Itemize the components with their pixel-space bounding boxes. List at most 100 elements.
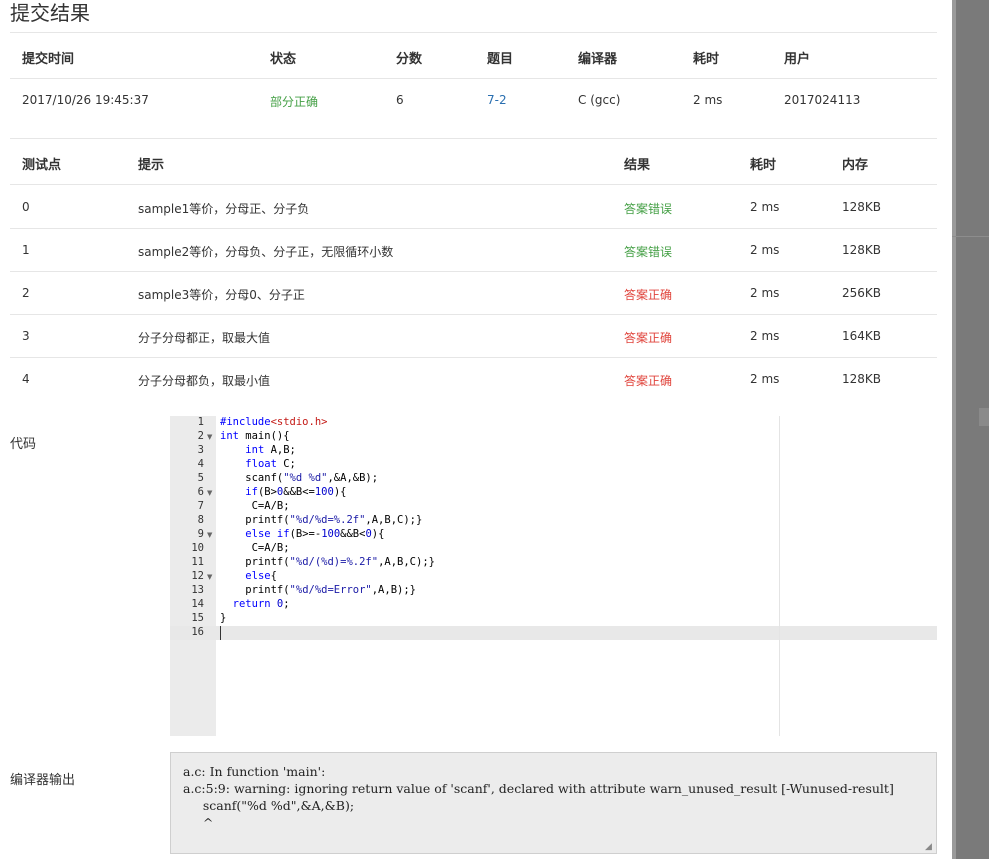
code-editor[interactable]: 1 #include<stdio.h> 2 ▼ int main(){3 int A,B…: [170, 416, 937, 736]
line-number: 13: [191, 584, 204, 596]
col-submit-time: 提交时间: [22, 52, 75, 67]
scrollbar-mark: [952, 236, 989, 237]
test-time: 2 ms: [750, 200, 780, 214]
test-result: 答案错误: [624, 245, 673, 259]
status-badge: 部分正确: [270, 95, 319, 109]
line-number: 6: [197, 486, 204, 498]
submission-result-page: 提交结果 提交时间 状态 分数 题目 编译器 耗时 用户 2017/10/26 …: [0, 0, 952, 859]
divider: [10, 228, 937, 229]
test-memory: 128KB: [842, 243, 882, 257]
test-result: 答案正确: [624, 374, 673, 388]
test-time: 2 ms: [750, 329, 780, 343]
divider: [10, 184, 937, 185]
line-number: 11: [191, 556, 204, 568]
submit-time: 2017/10/26 19:45:37: [22, 93, 149, 107]
code-line: if(B>0&&B<=100){: [245, 486, 347, 498]
code-line: printf("%d/(%d)=%.2f",A,B,C);}: [220, 556, 435, 568]
code-line: return 0;: [232, 598, 290, 610]
divider: [10, 271, 937, 272]
print-margin: [779, 416, 780, 736]
test-memory: 128KB: [842, 200, 882, 214]
compiler-output-label: 编译器输出: [10, 773, 76, 788]
test-id: 4: [22, 372, 30, 386]
code-line: C=A/B;: [220, 500, 290, 512]
code-label: 代码: [10, 437, 37, 452]
test-result: 答案正确: [624, 288, 673, 302]
test-memory: 128KB: [842, 372, 882, 386]
line-number: 7: [197, 500, 204, 512]
divider: [10, 314, 937, 315]
code-line: int A,B;: [245, 444, 296, 456]
user-id: 2017024113: [784, 93, 861, 107]
line-number: 16: [191, 626, 204, 638]
line-number: 9: [197, 528, 204, 540]
code-line: C=A/B;: [220, 542, 290, 554]
divider: [10, 78, 937, 79]
col-test-point: 测试点: [22, 158, 62, 173]
test-memory: 164KB: [842, 329, 882, 343]
scrollbar-mark: [979, 408, 989, 426]
test-result: 答案正确: [624, 331, 673, 345]
scrollbar[interactable]: [952, 0, 989, 859]
divider: [10, 357, 937, 358]
code-line: float C;: [245, 458, 296, 470]
score: 6: [396, 93, 404, 107]
col-problem: 题目: [487, 52, 514, 67]
col-memory: 内存: [842, 158, 869, 173]
test-hint: sample2等价，分母负、分子正，无限循环小数: [138, 245, 394, 259]
test-time: 2 ms: [750, 372, 780, 386]
code-line: int main(){: [220, 430, 290, 442]
compiler-name: C (gcc): [578, 93, 621, 107]
scrollbar-edge: [952, 0, 956, 859]
fold-toggle-icon[interactable]: ▼: [207, 531, 212, 539]
code-line: else if(B>=-100&&B<0){: [245, 528, 385, 540]
elapsed-time: 2 ms: [693, 93, 723, 107]
col-elapsed: 耗时: [693, 52, 720, 67]
col-score: 分数: [396, 52, 423, 67]
line-number: 4: [197, 458, 204, 470]
compiler-output[interactable]: a.c: In function 'main': a.c:5:9: warnin…: [170, 752, 937, 854]
test-id: 1: [22, 243, 30, 257]
col-status: 状态: [270, 52, 297, 67]
test-hint: 分子分母都正，取最大值: [138, 331, 271, 345]
line-number: 12: [191, 570, 204, 582]
code-line: }: [220, 612, 227, 624]
resize-grip-icon[interactable]: ◢: [925, 842, 950, 857]
code-line: #include<stdio.h>: [220, 416, 328, 428]
fold-toggle-icon[interactable]: ▼: [207, 433, 212, 441]
text-cursor: [220, 626, 221, 640]
test-result: 答案错误: [624, 202, 673, 216]
line-number: 2: [197, 430, 204, 442]
divider: [10, 32, 937, 33]
code-line: printf("%d/%d=%.2f",A,B,C);}: [220, 514, 423, 526]
code-line: else{: [245, 570, 277, 582]
code-line: printf("%d/%d=Error",A,B);}: [220, 584, 416, 596]
col-result: 结果: [624, 158, 651, 173]
divider: [10, 138, 937, 139]
fold-toggle-icon[interactable]: ▼: [207, 489, 212, 497]
test-time: 2 ms: [750, 286, 780, 300]
fold-toggle-icon[interactable]: ▼: [207, 573, 212, 581]
test-hint: sample1等价，分母正、分子负: [138, 202, 310, 216]
line-number: 10: [191, 542, 204, 554]
problem-link[interactable]: 7-2: [487, 93, 507, 107]
test-time: 2 ms: [750, 243, 780, 257]
test-hint: 分子分母都负，取最小值: [138, 374, 271, 388]
test-id: 2: [22, 286, 30, 300]
code-line: scanf("%d %d",&A,&B);: [220, 472, 379, 484]
col-test-time: 耗时: [750, 158, 777, 173]
line-number: 15: [191, 612, 204, 624]
test-hint: sample3等价，分母0、分子正: [138, 288, 305, 302]
line-number: 8: [197, 514, 204, 526]
col-compiler: 编译器: [578, 52, 618, 67]
page-title: 提交结果: [10, 1, 90, 25]
test-id: 0: [22, 200, 30, 214]
line-number: 14: [191, 598, 204, 610]
test-id: 3: [22, 329, 30, 343]
line-number: 1: [197, 416, 204, 428]
active-line: [170, 626, 937, 640]
line-number: 3: [197, 444, 204, 456]
test-memory: 256KB: [842, 286, 882, 300]
line-number: 5: [197, 472, 204, 484]
col-user: 用户: [784, 52, 811, 67]
